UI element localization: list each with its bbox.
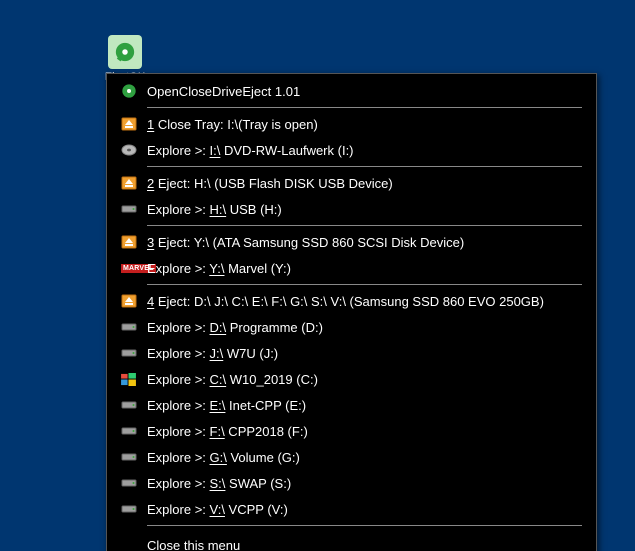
close-menu-label: Close this menu xyxy=(147,538,240,551)
marvel-icon: MARVEL xyxy=(121,260,143,276)
drive-icon xyxy=(121,319,143,335)
eject-context-menu: OpenCloseDriveEject 1.01 1 Close Tray: I… xyxy=(106,73,597,551)
eject-item-0[interactable]: 1 Close Tray: I:\(Tray is open) xyxy=(107,111,596,137)
blank-icon xyxy=(121,537,143,551)
windows-icon xyxy=(121,371,143,387)
drive-icon xyxy=(121,201,143,217)
explore-item-3-4[interactable]: Explore >: F:\ CPP2018 (F:) xyxy=(107,418,596,444)
explore-item-3-5[interactable]: Explore >: G:\ Volume (G:) xyxy=(107,444,596,470)
app-icon xyxy=(121,83,143,99)
disc-icon xyxy=(121,142,143,158)
drive-icon xyxy=(121,449,143,465)
drive-icon xyxy=(121,423,143,439)
explore-label: Explore >: D:\ Programme (D:) xyxy=(147,320,323,335)
eject-icon xyxy=(121,293,143,309)
explore-label: Explore >: F:\ CPP2018 (F:) xyxy=(147,424,308,439)
drive-icon xyxy=(121,501,143,517)
explore-item-3-2[interactable]: Explore >: C:\ W10_2019 (C:) xyxy=(107,366,596,392)
explore-label: Explore >: J:\ W7U (J:) xyxy=(147,346,278,361)
explore-item-2-0[interactable]: MARVEL Explore >: Y:\ Marvel (Y:) xyxy=(107,255,596,281)
menu-separator xyxy=(147,525,582,526)
explore-item-3-1[interactable]: Explore >: J:\ W7U (J:) xyxy=(107,340,596,366)
explore-label: Explore >: H:\ USB (H:) xyxy=(147,202,282,217)
eject-icon xyxy=(121,116,143,132)
eject-label: 1 Close Tray: I:\(Tray is open) xyxy=(147,117,318,132)
menu-separator xyxy=(147,284,582,285)
explore-label: Explore >: C:\ W10_2019 (C:) xyxy=(147,372,318,387)
menu-separator xyxy=(147,166,582,167)
explore-item-3-3[interactable]: Explore >: E:\ Inet-CPP (E:) xyxy=(107,392,596,418)
menu-separator xyxy=(147,107,582,108)
explore-label: Explore >: E:\ Inet-CPP (E:) xyxy=(147,398,306,413)
menu-separator xyxy=(147,225,582,226)
eject-app-icon xyxy=(108,35,142,69)
explore-label: Explore >: S:\ SWAP (S:) xyxy=(147,476,291,491)
explore-label: Explore >: V:\ VCPP (V:) xyxy=(147,502,288,517)
drive-icon xyxy=(121,397,143,413)
drive-icon xyxy=(121,475,143,491)
eject-item-2[interactable]: 3 Eject: Y:\ (ATA Samsung SSD 860 SCSI D… xyxy=(107,229,596,255)
explore-item-0-0[interactable]: Explore >: I:\ DVD-RW-Laufwerk (I:) xyxy=(107,137,596,163)
eject-label: 4 Eject: D:\ J:\ C:\ E:\ F:\ G:\ S:\ V:\… xyxy=(147,294,544,309)
explore-item-3-7[interactable]: Explore >: V:\ VCPP (V:) xyxy=(107,496,596,522)
drive-icon xyxy=(121,345,143,361)
eject-label: 3 Eject: Y:\ (ATA Samsung SSD 860 SCSI D… xyxy=(147,235,464,250)
explore-item-3-6[interactable]: Explore >: S:\ SWAP (S:) xyxy=(107,470,596,496)
explore-label: Explore >: Y:\ Marvel (Y:) xyxy=(147,261,291,276)
explore-item-1-0[interactable]: Explore >: H:\ USB (H:) xyxy=(107,196,596,222)
menu-title: OpenCloseDriveEject 1.01 xyxy=(147,84,300,99)
eject-item-3[interactable]: 4 Eject: D:\ J:\ C:\ E:\ F:\ G:\ S:\ V:\… xyxy=(107,288,596,314)
close-menu-item[interactable]: Close this menu xyxy=(107,529,596,551)
explore-label: Explore >: I:\ DVD-RW-Laufwerk (I:) xyxy=(147,143,354,158)
explore-item-3-0[interactable]: Explore >: D:\ Programme (D:) xyxy=(107,314,596,340)
explore-label: Explore >: G:\ Volume (G:) xyxy=(147,450,300,465)
eject-item-1[interactable]: 2 Eject: H:\ (USB Flash DISK USB Device) xyxy=(107,170,596,196)
eject-label: 2 Eject: H:\ (USB Flash DISK USB Device) xyxy=(147,176,393,191)
menu-title-row: OpenCloseDriveEject 1.01 xyxy=(107,78,596,104)
eject-icon xyxy=(121,175,143,191)
eject-icon xyxy=(121,234,143,250)
